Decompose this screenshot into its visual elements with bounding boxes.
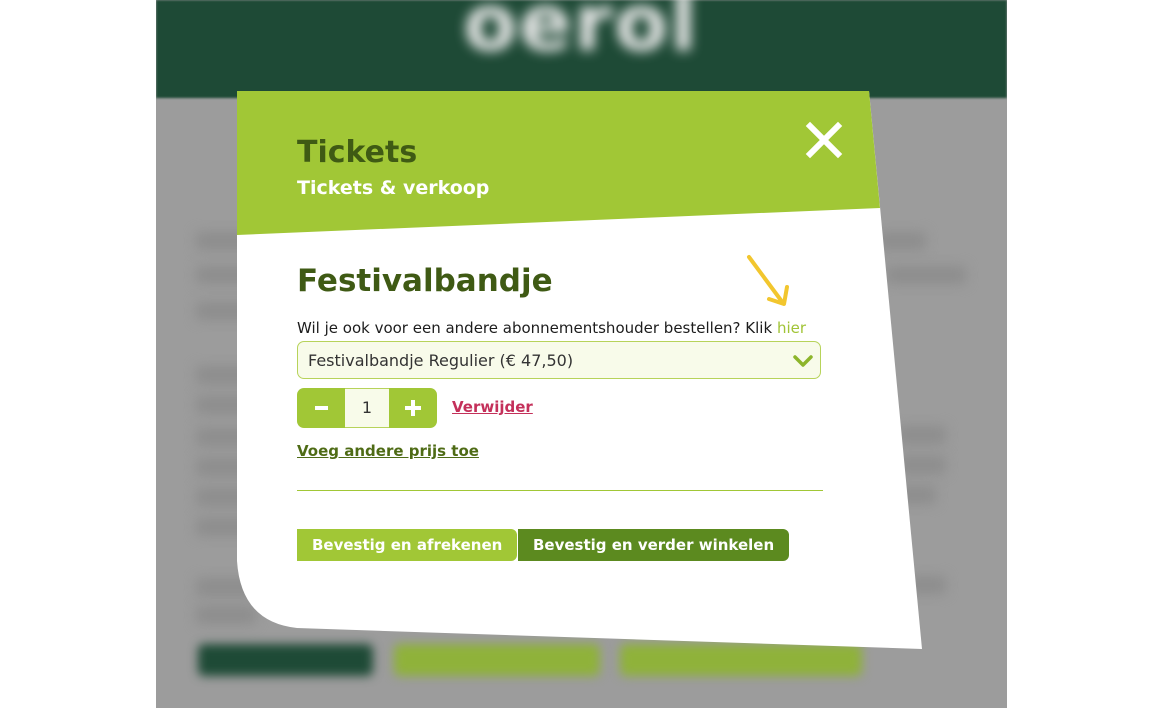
close-icon[interactable] [805,121,843,159]
remove-link[interactable]: Verwijder [452,398,533,416]
modal-subtitle: Tickets & verkoop [297,177,490,199]
arrow-down-right-icon [747,255,789,306]
price-select-value: Festivalbandje Regulier (€ 47,50) [308,351,574,370]
confirm-checkout-button[interactable]: Bevestig en afrekenen [297,529,518,561]
quantity-stepper: 1 [297,388,437,428]
site-logo: oerol [463,0,699,69]
increase-quantity-button[interactable] [389,388,437,428]
background-header: oerol [156,0,1007,98]
chevron-down-icon [793,355,813,367]
divider [297,490,823,491]
product-title: Festivalbandje [297,263,553,299]
decrease-quantity-button[interactable] [297,388,345,428]
confirm-continue-shopping-button[interactable]: Bevestig en verder winkelen [518,529,790,561]
modal-title: Tickets [297,135,418,170]
ticket-modal: Tickets Tickets & verkoop Festivalbandje… [237,91,922,649]
help-text-label: Wil je ook voor een andere abonnementsho… [297,319,773,337]
price-select[interactable]: Festivalbandje Regulier (€ 47,50) [297,341,821,379]
add-price-link[interactable]: Voeg andere prijs toe [297,442,479,460]
help-link[interactable]: hier [777,319,806,337]
help-text: Wil je ook voor een andere abonnementsho… [297,319,806,337]
quantity-input[interactable]: 1 [345,388,389,428]
